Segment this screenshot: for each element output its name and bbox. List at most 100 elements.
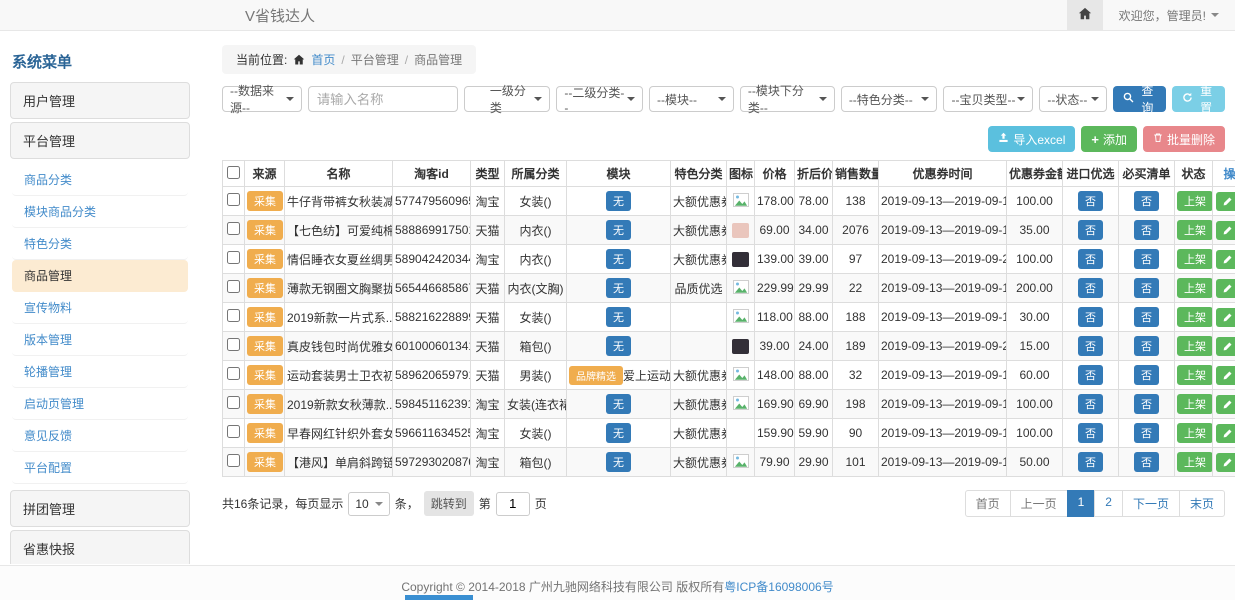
cell-price: 148.00 <box>755 361 795 390</box>
must-buy-toggle[interactable]: 否 <box>1134 249 1159 269</box>
status-toggle[interactable]: 上架 <box>1177 307 1213 327</box>
edit-button[interactable] <box>1216 250 1235 269</box>
feature-category-select[interactable]: --特色分类-- <box>841 86 938 112</box>
edit-button[interactable] <box>1216 395 1235 414</box>
sidebar-item-splash-management[interactable]: 启动页管理 <box>12 388 188 420</box>
page-button-下一页[interactable]: 下一页 <box>1122 490 1180 517</box>
sidebar-item-promo-materials[interactable]: 宣传物料 <box>12 292 188 324</box>
sidebar-item-feature-category[interactable]: 特色分类 <box>12 228 188 260</box>
sidebar-group-group-buy-management[interactable]: 拼团管理 <box>10 490 190 527</box>
edit-button[interactable] <box>1216 221 1235 240</box>
edit-button[interactable] <box>1216 192 1235 211</box>
cell-coupon-time: 2019-09-13—2019-09-17 <box>879 187 1007 216</box>
must-buy-toggle[interactable]: 否 <box>1134 394 1159 414</box>
sidebar-group-user-management[interactable]: 用户管理 <box>10 82 190 119</box>
sidebar-item-feedback[interactable]: 意见反馈 <box>12 420 188 452</box>
status-toggle[interactable]: 上架 <box>1177 278 1213 298</box>
data-source-select[interactable]: --数据来源-- <box>222 86 302 112</box>
row-checkbox[interactable] <box>227 222 240 235</box>
row-checkbox[interactable] <box>227 454 240 467</box>
reset-button[interactable]: 重置 <box>1172 86 1225 112</box>
cell-checkbox <box>223 361 245 390</box>
must-buy-toggle[interactable]: 否 <box>1134 307 1159 327</box>
user-menu[interactable]: 欢迎您，管理员! <box>1103 7 1235 24</box>
page-button-1[interactable]: 1 <box>1067 490 1096 517</box>
status-toggle[interactable]: 上架 <box>1177 220 1213 240</box>
select-all-checkbox[interactable] <box>227 166 240 179</box>
row-checkbox[interactable] <box>227 396 240 409</box>
imported-toggle[interactable]: 否 <box>1078 394 1103 414</box>
home-button[interactable] <box>1067 0 1103 30</box>
item-type-select[interactable]: --宝贝类型-- <box>943 86 1033 112</box>
row-checkbox[interactable] <box>227 309 240 322</box>
module-sub-category-select[interactable]: --模块下分类-- <box>740 86 835 112</box>
breadcrumb-home-link[interactable]: 首页 <box>311 51 335 68</box>
level1-category-select[interactable]: 一级分类 <box>464 86 551 112</box>
status-toggle[interactable]: 上架 <box>1177 452 1213 472</box>
cell-must-buy: 否 <box>1119 216 1175 245</box>
row-checkbox[interactable] <box>227 338 240 351</box>
status-toggle[interactable]: 上架 <box>1177 249 1213 269</box>
import-excel-button[interactable]: 导入excel <box>988 126 1075 152</box>
must-buy-toggle[interactable]: 否 <box>1134 452 1159 472</box>
cell-imported: 否 <box>1063 361 1119 390</box>
edit-button[interactable] <box>1216 279 1235 298</box>
per-page-select[interactable]: 10 <box>348 492 389 516</box>
status-toggle[interactable]: 上架 <box>1177 191 1213 211</box>
row-checkbox[interactable] <box>227 280 240 293</box>
imported-toggle[interactable]: 否 <box>1078 249 1103 269</box>
row-checkbox[interactable] <box>227 425 240 438</box>
status-toggle[interactable]: 上架 <box>1177 394 1213 414</box>
edit-button[interactable] <box>1216 453 1235 472</box>
edit-button[interactable] <box>1216 308 1235 327</box>
cell-coupon-amount: 50.00 <box>1007 448 1063 477</box>
imported-toggle[interactable]: 否 <box>1078 336 1103 356</box>
sidebar-item-version-management[interactable]: 版本管理 <box>12 324 188 356</box>
page-button-2[interactable]: 2 <box>1094 490 1123 517</box>
page-button-末页[interactable]: 末页 <box>1179 490 1225 517</box>
icp-link[interactable]: 粤ICP备16098006号 <box>724 580 833 594</box>
edit-button[interactable] <box>1216 366 1235 385</box>
status-toggle[interactable]: 上架 <box>1177 336 1213 356</box>
edit-button[interactable] <box>1216 337 1235 356</box>
must-buy-toggle[interactable]: 否 <box>1134 191 1159 211</box>
imported-toggle[interactable]: 否 <box>1078 423 1103 443</box>
page-button-上一页[interactable]: 上一页 <box>1010 490 1068 517</box>
sidebar-item-carousel-management[interactable]: 轮播管理 <box>12 356 188 388</box>
must-buy-toggle[interactable]: 否 <box>1134 278 1159 298</box>
edit-button[interactable] <box>1216 424 1235 443</box>
sidebar-group-platform-management[interactable]: 平台管理 <box>10 122 190 159</box>
must-buy-toggle[interactable]: 否 <box>1134 423 1159 443</box>
must-buy-toggle[interactable]: 否 <box>1134 336 1159 356</box>
status-toggle[interactable]: 上架 <box>1177 423 1213 443</box>
sidebar-group-shenghui-express[interactable]: 省惠快报 <box>10 530 190 564</box>
imported-toggle[interactable]: 否 <box>1078 365 1103 385</box>
must-buy-toggle[interactable]: 否 <box>1134 365 1159 385</box>
add-button[interactable]: + 添加 <box>1081 126 1137 152</box>
status-select[interactable]: --状态-- <box>1039 86 1107 112</box>
cell-must-buy: 否 <box>1119 448 1175 477</box>
status-toggle[interactable]: 上架 <box>1177 365 1213 385</box>
sidebar-item-goods-category[interactable]: 商品分类 <box>12 164 188 196</box>
row-checkbox[interactable] <box>227 367 240 380</box>
sidebar-item-platform-config[interactable]: 平台配置 <box>12 452 188 484</box>
jump-button[interactable]: 跳转到 <box>424 491 474 516</box>
row-checkbox[interactable] <box>227 251 240 264</box>
imported-toggle[interactable]: 否 <box>1078 307 1103 327</box>
level2-category-select[interactable]: --二级分类-- <box>556 86 643 112</box>
page-number-input[interactable] <box>496 492 530 516</box>
imported-toggle[interactable]: 否 <box>1078 220 1103 240</box>
row-checkbox[interactable] <box>227 193 240 206</box>
imported-toggle[interactable]: 否 <box>1078 452 1103 472</box>
search-button[interactable]: 查询 <box>1113 86 1166 112</box>
imported-toggle[interactable]: 否 <box>1078 191 1103 211</box>
module-select[interactable]: --模块-- <box>649 86 734 112</box>
sidebar-item-goods-management[interactable]: 商品管理 <box>12 260 188 292</box>
must-buy-toggle[interactable]: 否 <box>1134 220 1159 240</box>
batch-delete-button[interactable]: 批量删除 <box>1143 126 1225 152</box>
page-button-首页[interactable]: 首页 <box>965 490 1011 517</box>
cell-coupon-amount: 100.00 <box>1007 419 1063 448</box>
sidebar-item-module-goods-category[interactable]: 模块商品分类 <box>12 196 188 228</box>
imported-toggle[interactable]: 否 <box>1078 278 1103 298</box>
name-search-input[interactable] <box>308 86 458 112</box>
